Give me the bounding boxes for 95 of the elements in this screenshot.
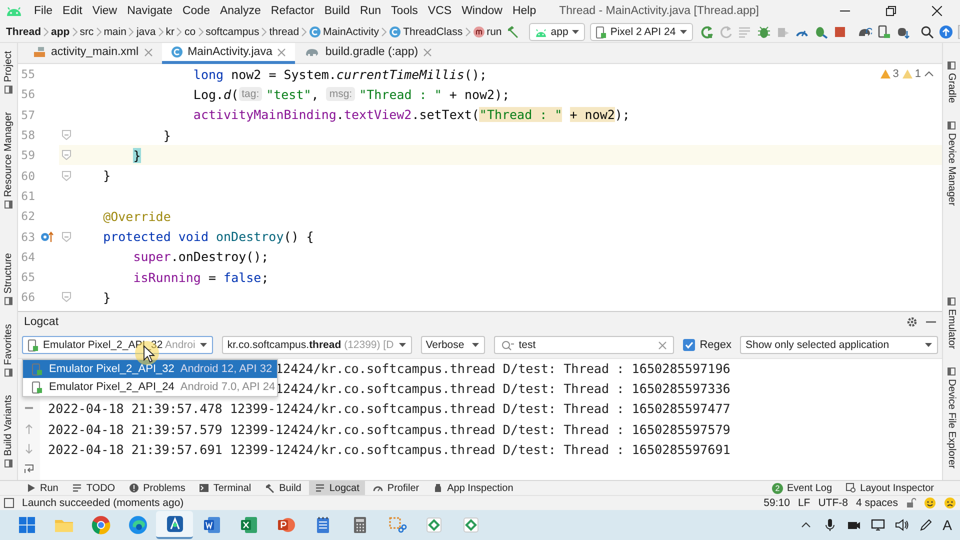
menu-item[interactable]: View	[87, 0, 122, 22]
caret-position[interactable]: 59:10	[764, 497, 790, 509]
menu-item[interactable]: Analyze	[214, 0, 266, 22]
menu-item[interactable]: Code	[177, 0, 215, 22]
line-number: 64	[20, 250, 35, 264]
status-message: Launch succeeded (moments ago)	[22, 497, 184, 509]
code-line: }	[102, 290, 111, 305]
line-number: 63	[20, 230, 35, 244]
tool-window-tab[interactable]: Resource Manager	[3, 112, 14, 210]
menu-item[interactable]: Run	[354, 0, 386, 22]
code-line: long now2 = System.currentTimeMillis();	[192, 66, 487, 82]
tool-window-button[interactable]: App Inspection	[427, 480, 520, 496]
breadcrumb[interactable]: kr	[164, 26, 176, 38]
menu-item[interactable]: VCS	[422, 0, 457, 22]
breadcrumb[interactable]: run	[470, 26, 504, 38]
tool-window-button[interactable]: Logcat	[309, 480, 366, 496]
log-level-dropdown[interactable]: Verbose	[420, 336, 485, 354]
line-number: 66	[20, 290, 35, 304]
panel-title: Logcat	[24, 316, 60, 328]
log-line: 2022-04-18 21:39:57.579 12399-12424/kr.co.softcampus.thread D/test: Thread : 1650285597579	[48, 420, 730, 439]
tool-window-button[interactable]: Profiler	[367, 480, 426, 496]
breadcrumb[interactable]: MainActivity	[307, 26, 382, 38]
line-number: 56	[20, 87, 35, 102]
menu-item[interactable]: Help	[507, 0, 542, 22]
menu-item[interactable]: Window	[456, 0, 508, 22]
line-number: 59	[20, 148, 35, 162]
tool-window-button[interactable]: Terminal	[193, 480, 258, 496]
tool-window-tab[interactable]: Gradle	[946, 61, 957, 104]
breadcrumb[interactable]: java	[134, 26, 158, 38]
tool-window-button[interactable]: Problems	[123, 480, 192, 496]
line-number: 55	[20, 67, 35, 82]
log-line: 2022-04-18 21:39:57.478 12399-12424/kr.co.softcampus.thread D/test: Thread : 1650285597477	[48, 400, 730, 418]
breadcrumb[interactable]: main	[102, 26, 128, 38]
tool-window-tab[interactable]: Structure	[3, 253, 14, 306]
code-line: isRunning = false;	[132, 270, 269, 285]
regex-checkbox[interactable]: Regex	[682, 339, 732, 351]
menu-item[interactable]: Refactor	[266, 0, 320, 22]
device-dropdown[interactable]: Pixel 2 API 24	[590, 23, 693, 41]
indent-setting[interactable]: 4 spaces	[856, 497, 898, 509]
log-line: 12424/kr.co.softcampus.thread D/test: Thread : 1650285597336	[275, 380, 730, 398]
editor-tab[interactable]: MainActivity.java	[162, 43, 296, 64]
editor-tab[interactable]: activity_main.xml	[24, 43, 162, 64]
process-dropdown[interactable]: kr.co.softcampus.thread (12399) [D	[222, 336, 412, 354]
code-line: activityMainBinding.textView2.setText("Thread : " + now2);	[192, 107, 630, 122]
menu-item[interactable]: Tools	[386, 0, 423, 22]
breadcrumb[interactable]: Thread	[0, 26, 44, 38]
breadcrumb[interactable]: thread	[267, 26, 302, 38]
menu-item[interactable]: Emulator Pixel_2_API_32 Android 12, API 32	[23, 360, 277, 378]
tool-window-button[interactable]: Layout Inspector	[840, 480, 940, 496]
tool-window-button[interactable]: TODO	[66, 480, 122, 496]
weak-warning-count[interactable]: 1	[902, 68, 921, 80]
line-number: 61	[20, 188, 35, 203]
tool-window-tab[interactable]: Device File Explorer	[946, 366, 957, 468]
menu-item[interactable]: Build	[319, 0, 355, 22]
breadcrumb[interactable]: softcampus	[204, 26, 262, 38]
search-field[interactable]: test	[494, 336, 674, 354]
menu-item[interactable]: File	[29, 0, 58, 22]
menu-item[interactable]: Emulator Pixel_2_API_24 Android 7.0, API 24	[23, 378, 277, 396]
log-line: 12424/kr.co.softcampus.thread D/test: Thread : 1650285597196	[275, 360, 730, 378]
line-number: 62	[20, 209, 35, 224]
device-dropdown[interactable]: Emulator Pixel_2_API_32 Androi	[22, 336, 214, 354]
code-line: }	[102, 168, 111, 184]
menu-item[interactable]: Navigate	[122, 0, 178, 22]
warning-count[interactable]: 3	[880, 68, 899, 80]
code-line: @Override	[102, 208, 171, 224]
tool-window-tab[interactable]: Build Variants	[3, 395, 14, 468]
code-line: super.onDestroy();	[132, 249, 269, 264]
code-line: Log.d( tag: "test", msg: "Thread : " + now2);	[192, 86, 510, 102]
window-title: Thread - MainActivity.java [Thread.app]	[559, 5, 759, 17]
tool-window-button[interactable]: Build	[259, 480, 308, 496]
line-number: 65	[20, 270, 35, 284]
run-configuration-dropdown[interactable]: app	[528, 23, 586, 41]
editor-tab[interactable]: build.gradle (:app)	[295, 43, 442, 64]
tool-window-tab[interactable]: Project	[3, 51, 14, 94]
breadcrumb[interactable]: co	[182, 26, 198, 38]
tool-window-tab[interactable]: Favorites	[3, 324, 14, 378]
code-line: protected void onDestroy() {	[102, 229, 314, 244]
tool-window-button[interactable]: Run	[20, 480, 64, 496]
line-number: 58	[20, 128, 35, 142]
line-separator[interactable]: LF	[798, 497, 810, 509]
breadcrumb[interactable]: src	[78, 26, 96, 38]
breadcrumb[interactable]: ThreadClass	[387, 26, 465, 38]
tool-window-tab[interactable]: Emulator	[946, 296, 957, 349]
breadcrumb[interactable]: app	[49, 26, 72, 38]
log-line: 2022-04-18 21:39:57.691 12399-12424/kr.co.softcampus.thread D/test: Thread : 1650285597691	[48, 440, 730, 459]
code-line: }	[162, 128, 171, 143]
filter-dropdown[interactable]: Show only selected application	[740, 336, 938, 354]
menu-item[interactable]: Edit	[58, 0, 88, 22]
line-number: 57	[20, 108, 35, 122]
input-method-indicator[interactable]: A	[942, 517, 952, 533]
notification-badge: 2	[772, 482, 784, 494]
line-number: 60	[20, 168, 35, 183]
tool-window-button[interactable]: 2 Event Log	[766, 480, 838, 496]
tool-window-tab[interactable]: Device Manager	[946, 121, 957, 206]
file-encoding[interactable]: UTF-8	[818, 497, 848, 509]
